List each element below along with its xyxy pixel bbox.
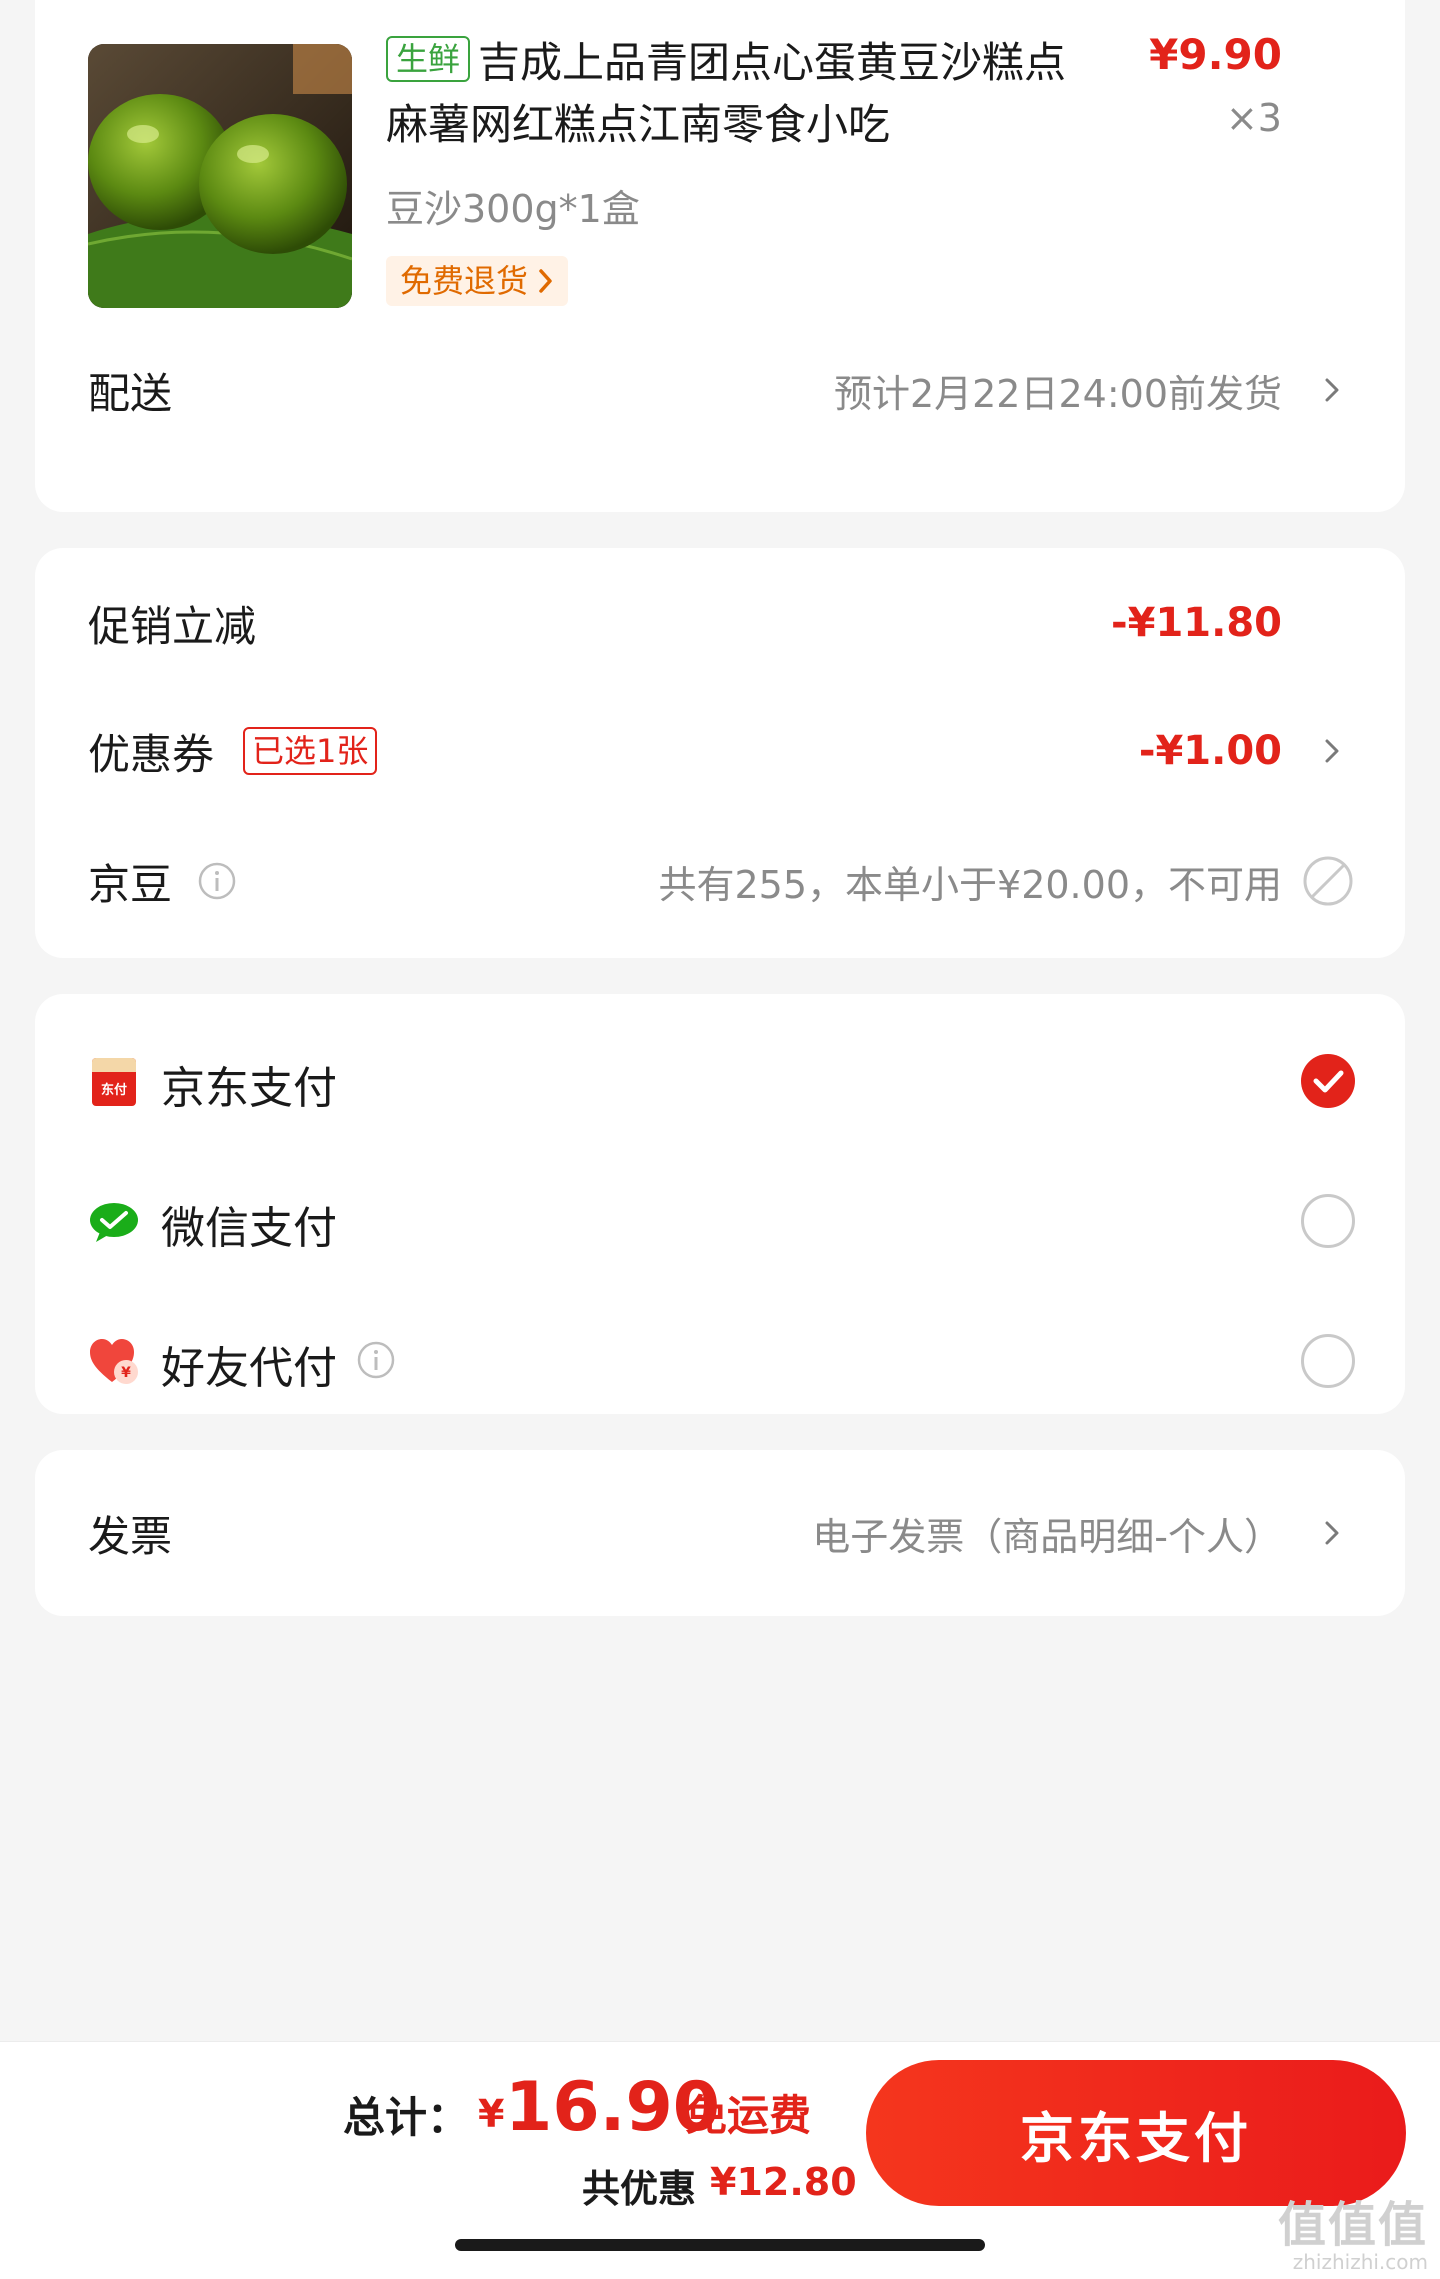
invoice-card: 发票 电子发票（商品明细-个人） [35,1450,1405,1616]
jingdou-label: 京豆 [88,859,173,909]
delivery-row[interactable]: 配送 预计2月22日24:00前发货 [35,350,1405,430]
product-title[interactable]: 吉成上品青团点心蛋黄豆沙糕点麻薯网红糕点江南零食小吃 [386,32,1076,156]
product-spec: 豆沙300g*1盒 [386,187,640,231]
unavailable-icon [1303,856,1353,906]
invoice-row[interactable]: 发票 电子发票（商品明细-个人） [35,1493,1405,1573]
invoice-value: 电子发票（商品明细-个人） [812,1514,1282,1559]
coupon-row[interactable]: 优惠券 已选1张 -¥1.00 [35,711,1405,791]
radio-checked[interactable] [1301,1054,1355,1108]
coupon-selected-badge: 已选1张 [243,727,378,775]
jingdou-row: 京豆 共有255，本单小于¥20.00，不可用 [35,841,1405,921]
total-label: 总计： [343,2093,470,2142]
free-return-label: 免费退货 [400,262,529,300]
svg-text:¥: ¥ [121,1365,131,1381]
payment-option-jdpay[interactable]: 东付 京东支付 [35,1030,1405,1130]
watermark-domain: zhizhizhi.com [1292,2250,1428,2274]
payment-option-friend[interactable]: ¥ 好友代付 [35,1310,1405,1410]
radio-unchecked[interactable] [1301,1334,1355,1388]
total-currency: ¥ [478,2092,505,2136]
product-quantity: ×3 [1225,96,1282,140]
product-image[interactable] [88,44,352,308]
saved-label: 共优惠 [582,2167,697,2211]
chevron-right-icon [1325,1521,1339,1545]
promo-label: 促销立减 [88,601,257,651]
jd-pay-icon: 东付 [92,1058,136,1106]
chevron-right-icon [1325,739,1339,763]
coupon-label: 优惠券 [88,729,215,779]
check-icon [1313,1070,1344,1093]
coupon-value: -¥1.00 [1138,728,1282,774]
saved-amount: ¥12.80 [710,2160,857,2204]
submit-pay-button[interactable]: 京东支付 [866,2060,1406,2206]
delivery-estimate: 预计2月22日24:00前发货 [833,371,1282,416]
payment-method-card: 东付 京东支付 微信支付 ¥ 好友代付 [35,994,1405,1414]
watermark-brand: 值值值 [1277,2197,1428,2253]
payment-label: 好友代付 [161,1343,337,1394]
info-icon[interactable] [197,861,237,901]
payment-label: 微信支付 [161,1203,337,1254]
product-card: 生鲜 吉成上品青团点心蛋黄豆沙糕点麻薯网红糕点江南零食小吃 ¥9.90 ×3 豆… [35,0,1405,512]
radio-unchecked[interactable] [1301,1194,1355,1248]
promo-value: -¥11.80 [1111,600,1282,646]
chevron-right-icon [539,269,552,293]
invoice-label: 发票 [88,1511,173,1561]
chevron-right-icon [1325,378,1339,402]
wechat-pay-icon [90,1203,138,1242]
promo-row: 促销立减 -¥11.80 [35,583,1405,663]
home-indicator[interactable] [455,2239,985,2251]
discount-card: 促销立减 -¥11.80 优惠券 已选1张 -¥1.00 京豆 共有255，本单… [35,548,1405,958]
product-price: ¥9.90 [1149,30,1282,79]
info-icon[interactable] [356,1340,396,1380]
watermark: 值值值 zhizhizhi.com [1278,2199,1428,2273]
delivery-label: 配送 [88,368,173,418]
svg-text:东付: 东付 [101,1082,127,1098]
friend-pay-icon: ¥ [90,1339,138,1384]
payment-option-wechat[interactable]: 微信支付 [35,1170,1405,1270]
free-return-badge[interactable]: 免费退货 [386,256,569,306]
payment-label: 京东支付 [161,1063,337,1114]
jingdou-value: 共有255，本单小于¥20.00，不可用 [658,862,1283,907]
free-shipping-label: 免运费 [685,2091,812,2140]
